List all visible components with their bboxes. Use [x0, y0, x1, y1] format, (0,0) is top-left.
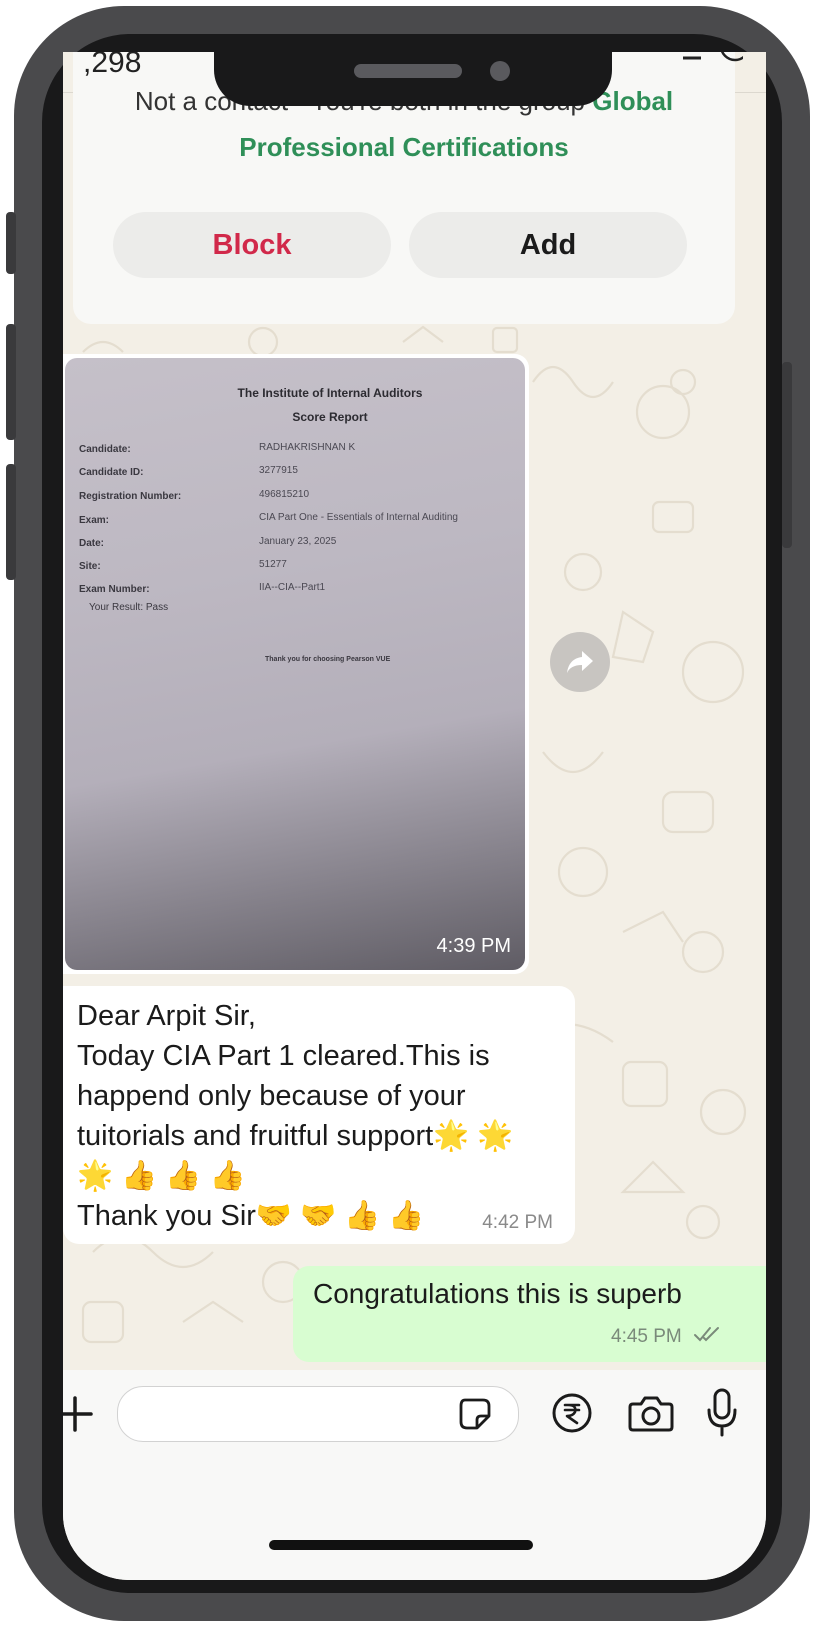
message-line: Today CIA Part 1 cleared.This is	[77, 1040, 490, 1072]
incoming-message-timestamp: 4:42 PM	[482, 1212, 553, 1233]
earpiece-speaker	[354, 64, 462, 78]
doc-value: IIA--CIA--Part1	[259, 582, 326, 593]
status-time-fragment: ,298	[83, 52, 142, 79]
doc-footer: Thank you for choosing Pearson VUE	[265, 656, 391, 663]
doc-label: Candidate ID:	[79, 467, 144, 478]
forward-icon	[567, 651, 593, 673]
sticker-icon[interactable]	[457, 1396, 493, 1432]
document-title: The Institute of Internal Auditors	[237, 386, 423, 400]
image-message-bubble[interactable]: The Institute of Internal Auditors Score…	[63, 354, 529, 974]
chat-screen: ,298 Not a contact · You're both in the …	[63, 52, 766, 1580]
front-camera	[490, 61, 510, 81]
status-icons	[683, 52, 743, 62]
home-indicator[interactable]	[269, 1540, 533, 1550]
outgoing-message-timestamp: 4:45 PM	[611, 1326, 682, 1347]
outgoing-message-bubble[interactable]: Congratulations this is superb 4:45 PM	[293, 1266, 766, 1362]
score-report-photo[interactable]: The Institute of Internal Auditors Score…	[65, 358, 525, 970]
add-contact-button[interactable]: Add	[409, 212, 687, 278]
doc-value: January 23, 2025	[259, 536, 337, 547]
power-button	[782, 362, 792, 548]
microphone-icon[interactable]	[705, 1388, 739, 1438]
image-timestamp: 4:39 PM	[436, 935, 511, 957]
doc-result: Your Result: Pass	[89, 602, 169, 613]
block-button[interactable]: Block	[113, 212, 391, 278]
incoming-message-text: Dear Arpit Sir, Today CIA Part 1 cleared…	[77, 996, 567, 1236]
document-subtitle: Score Report	[292, 410, 368, 424]
rupee-icon[interactable]	[551, 1392, 593, 1434]
score-report-document: The Institute of Internal Auditors Score…	[65, 358, 525, 688]
doc-label: Site:	[79, 561, 101, 572]
incoming-message-bubble[interactable]: Dear Arpit Sir, Today CIA Part 1 cleared…	[63, 986, 575, 1244]
action-button	[6, 212, 16, 274]
doc-label: Date:	[79, 538, 105, 549]
doc-value: 3277915	[259, 465, 298, 476]
doc-label: Exam Number:	[79, 584, 150, 595]
doc-value: RADHAKRISHNAN K	[259, 442, 356, 453]
group-name-link-continued[interactable]: Professional Certifications	[73, 132, 735, 163]
message-line: tuitorials and fruitful support🌟 🌟	[77, 1120, 514, 1152]
message-line: 🌟 👍 👍 👍	[77, 1160, 246, 1192]
doc-label: Registration Number:	[79, 491, 182, 502]
message-input-bar	[63, 1370, 766, 1580]
plus-icon[interactable]	[63, 1394, 95, 1434]
volume-down-button	[6, 464, 16, 580]
volume-up-button	[6, 324, 16, 440]
forward-button[interactable]	[550, 632, 610, 692]
camera-icon[interactable]	[627, 1392, 675, 1434]
message-line: Dear Arpit Sir,	[77, 1000, 256, 1032]
doc-label: Candidate:	[79, 444, 131, 455]
doc-value: CIA Part One - Essentials of Internal Au…	[259, 512, 458, 523]
dynamic-island-notch	[214, 44, 612, 106]
doc-label: Exam:	[79, 515, 110, 526]
outgoing-message-text: Congratulations this is superb	[313, 1278, 682, 1309]
double-check-icon	[694, 1327, 719, 1342]
doc-value: 51277	[259, 559, 287, 570]
doc-value: 496815210	[259, 489, 310, 500]
message-line: happend only because of your	[77, 1080, 466, 1112]
